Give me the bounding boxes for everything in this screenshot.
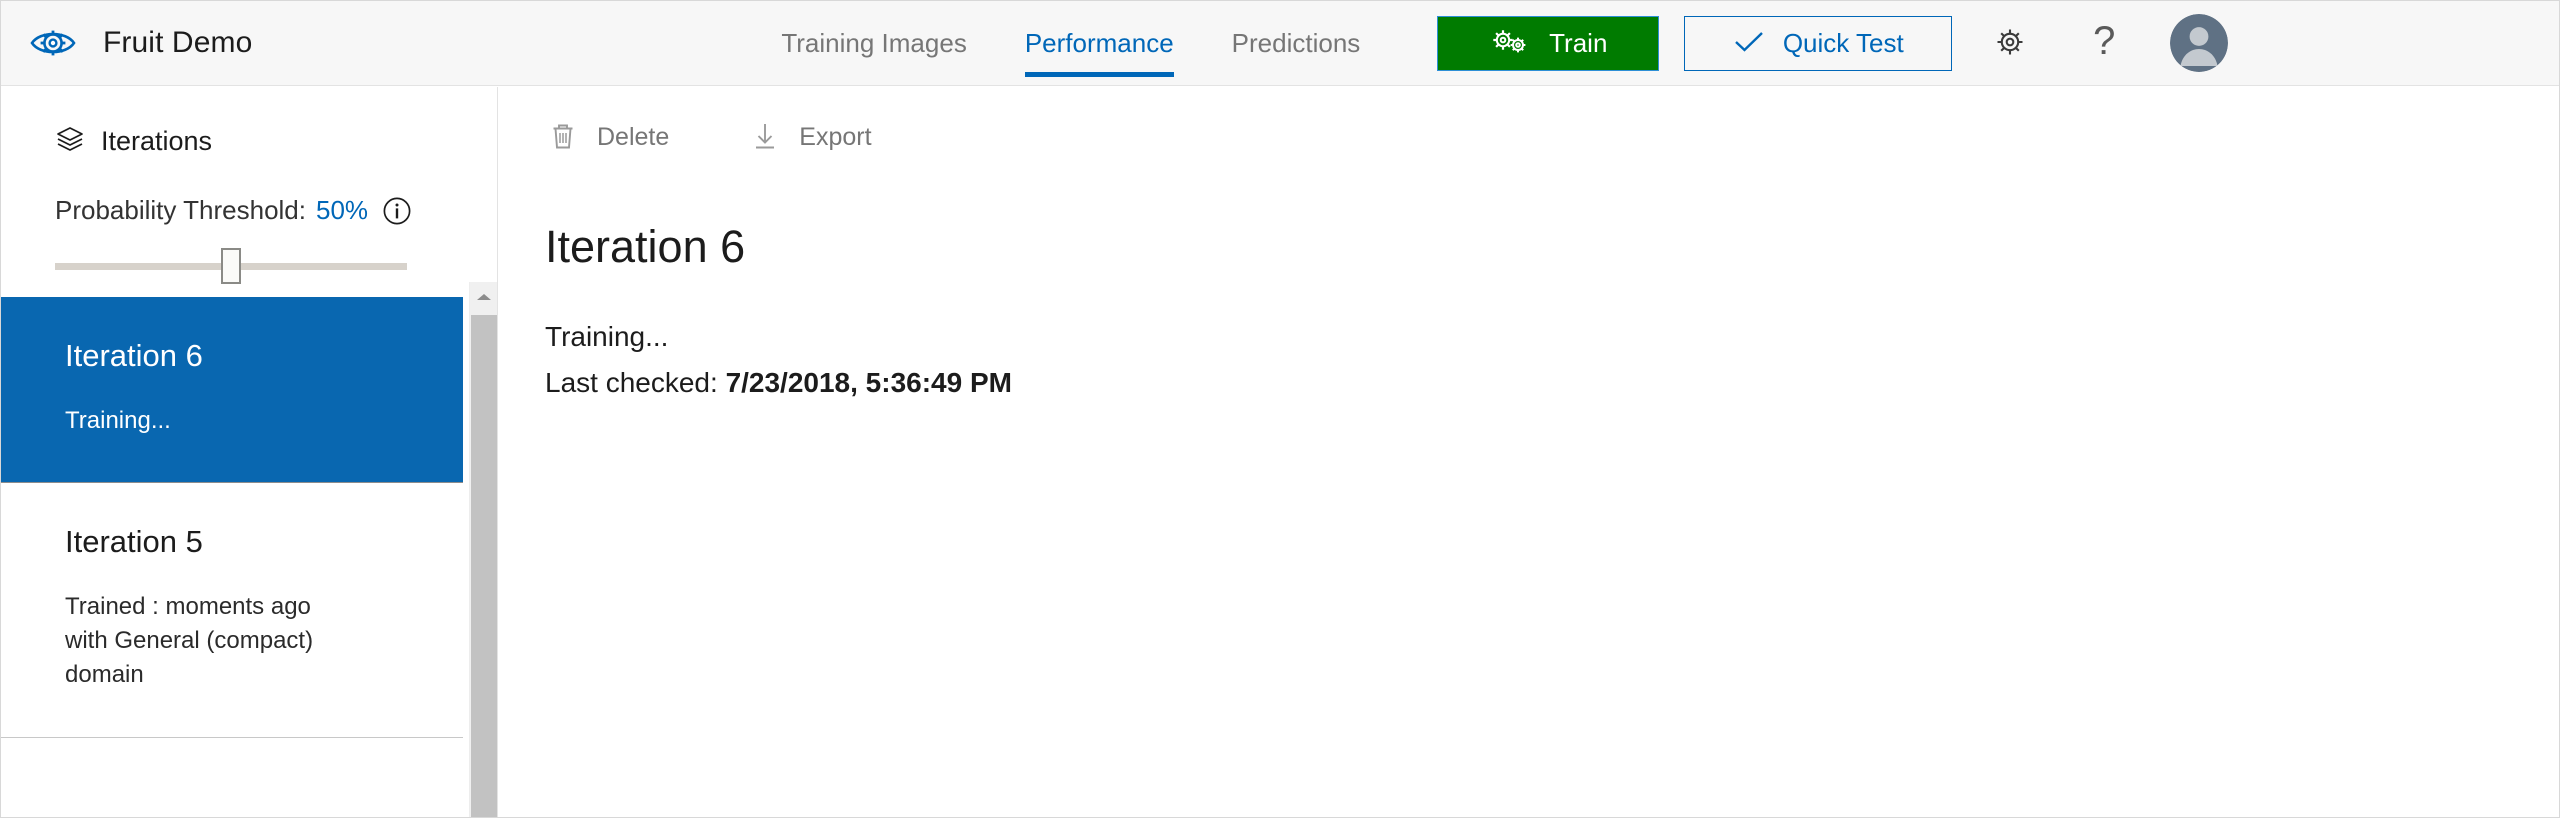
tab-performance[interactable]: Performance bbox=[996, 1, 1203, 86]
last-checked-value: 7/23/2018, 5:36:49 PM bbox=[725, 367, 1012, 399]
main-navigation: Training Images Performance Predictions bbox=[752, 1, 1389, 86]
header-actions: Train Quick Test ? bbox=[1437, 7, 2270, 79]
threshold-label: Probability Threshold: bbox=[55, 195, 306, 225]
threshold-value: 50% bbox=[316, 195, 369, 225]
probability-threshold-slider[interactable] bbox=[55, 248, 407, 284]
iterations-scrollbar[interactable] bbox=[469, 282, 497, 817]
user-avatar-icon bbox=[2170, 14, 2229, 72]
train-button-label: Train bbox=[1549, 27, 1608, 58]
help-button[interactable]: ? bbox=[2068, 7, 2140, 79]
chevron-up-icon bbox=[475, 290, 493, 308]
content-toolbar: Delete Export bbox=[499, 87, 2559, 160]
download-arrow-icon bbox=[751, 121, 779, 154]
app-header: Fruit Demo Training Images Performance P… bbox=[1, 1, 2559, 86]
settings-button[interactable] bbox=[1974, 7, 2046, 79]
threshold-row: Probability Threshold: 50% bbox=[55, 195, 443, 226]
iteration-card-6[interactable]: Iteration 6 Training... bbox=[1, 297, 463, 484]
custom-vision-app-window: Fruit Demo Training Images Performance P… bbox=[0, 0, 2560, 818]
checkmark-icon bbox=[1733, 29, 1765, 58]
quick-test-button[interactable]: Quick Test bbox=[1684, 15, 1953, 71]
iterations-heading: Iterations bbox=[1, 87, 497, 159]
training-status: Training... bbox=[545, 320, 669, 352]
scrollbar-up-button[interactable] bbox=[470, 282, 497, 315]
iteration-status: Training... bbox=[65, 407, 171, 435]
iterations-sidebar: Iterations Probability Threshold: 50% It… bbox=[1, 87, 498, 817]
scrollbar-thumb[interactable] bbox=[471, 315, 497, 817]
brand: Fruit Demo bbox=[1, 19, 252, 67]
delete-button-label: Delete bbox=[597, 123, 670, 151]
iteration-title: Iteration 5 bbox=[65, 524, 203, 560]
info-circle-icon[interactable] bbox=[382, 196, 412, 226]
last-checked-line: Last checked: 7/23/2018, 5:36:49 PM bbox=[545, 364, 2559, 402]
layers-stack-icon bbox=[55, 124, 85, 159]
delete-button[interactable]: Delete bbox=[545, 115, 673, 160]
page-title: Iteration 6 bbox=[545, 221, 746, 272]
tab-predictions[interactable]: Predictions bbox=[1203, 1, 1390, 86]
question-mark-icon: ? bbox=[2093, 19, 2116, 63]
iteration-title: Iteration 6 bbox=[65, 338, 203, 373]
last-checked-label: Last checked: bbox=[545, 367, 718, 399]
app-title: Fruit Demo bbox=[103, 26, 253, 59]
iteration-status: Trained : moments ago with General (comp… bbox=[65, 593, 314, 689]
iterations-list: Iteration 6 Training... Iteration 5 Trai… bbox=[1, 297, 463, 817]
custom-vision-eye-gear-icon bbox=[29, 19, 77, 67]
quick-test-button-label: Quick Test bbox=[1782, 27, 1904, 58]
export-button[interactable]: Export bbox=[747, 115, 875, 160]
iterations-heading-label: Iterations bbox=[101, 126, 213, 156]
probability-threshold-control: Probability Threshold: 50% bbox=[1, 159, 497, 284]
iteration-card-5[interactable]: Iteration 5 Trained : moments ago with G… bbox=[1, 483, 463, 738]
train-button[interactable]: Train bbox=[1437, 15, 1660, 71]
slider-thumb[interactable] bbox=[221, 248, 241, 284]
main-content: Delete Export Iteration 6 Training... La… bbox=[499, 87, 2559, 817]
export-button-label: Export bbox=[799, 123, 872, 151]
trash-icon bbox=[549, 121, 577, 154]
gears-icon bbox=[1489, 27, 1531, 60]
user-avatar[interactable] bbox=[2170, 14, 2229, 72]
iteration-detail-panel: Iteration 6 Training... Last checked: 7/… bbox=[499, 160, 2559, 402]
gear-icon bbox=[1990, 22, 2030, 65]
tab-training-images[interactable]: Training Images bbox=[752, 1, 995, 86]
